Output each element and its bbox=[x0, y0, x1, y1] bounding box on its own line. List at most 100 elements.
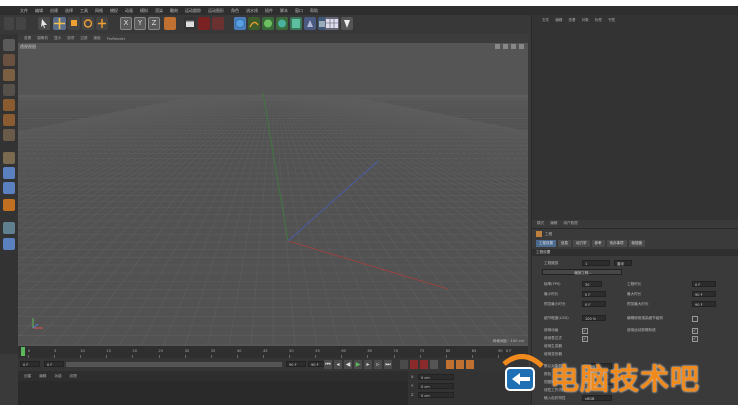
material-menu-2[interactable]: 功能 bbox=[54, 374, 61, 379]
snap-enable-icon[interactable] bbox=[3, 199, 15, 211]
y-axis-lock-icon[interactable]: Y bbox=[134, 17, 146, 30]
undo-icon[interactable] bbox=[4, 17, 14, 30]
attribute-subtab-3[interactable]: 参考 bbox=[591, 240, 605, 247]
object-manager-menu-3[interactable]: 对象 bbox=[582, 18, 589, 23]
x-axis-lock-icon[interactable]: X bbox=[120, 17, 132, 30]
coord-position-field[interactable]: 0 cm bbox=[418, 392, 454, 398]
lock-workplane-icon[interactable] bbox=[3, 238, 15, 250]
cube-icon[interactable] bbox=[234, 17, 246, 30]
points-mode-icon[interactable] bbox=[3, 84, 15, 96]
material-menu-3[interactable]: 纹理 bbox=[70, 374, 77, 379]
viewport-menu-item-3[interactable]: 选项 bbox=[67, 36, 74, 41]
start-frame-field[interactable]: 0 F bbox=[20, 361, 40, 367]
menu-item-12[interactable]: 运动图形 bbox=[208, 8, 224, 14]
current-frame-field[interactable]: 0 F bbox=[44, 361, 64, 367]
viewport-menu-item-4[interactable]: 过滤 bbox=[80, 36, 87, 41]
maximize-icon[interactable] bbox=[519, 44, 524, 49]
menu-item-7[interactable]: 动画 bbox=[125, 8, 133, 14]
keyframe-selection-icon[interactable] bbox=[430, 360, 438, 369]
fps-field[interactable]: 30 bbox=[582, 281, 602, 287]
attribute-subtab-4[interactable]: 待办事项 bbox=[606, 240, 627, 247]
record-key-icon[interactable] bbox=[410, 360, 418, 369]
material-menu-1[interactable]: 编辑 bbox=[39, 374, 46, 379]
scene-grid-icon[interactable] bbox=[325, 17, 339, 30]
render-lod-checkbox[interactable] bbox=[692, 316, 698, 322]
attribute-subtab-0[interactable]: 工程设置 bbox=[536, 240, 556, 247]
use-expression-checkbox[interactable]: ✓ bbox=[582, 336, 588, 342]
attribute-menu-1[interactable]: 编辑 bbox=[550, 221, 557, 226]
preview-range-slider[interactable] bbox=[66, 362, 282, 367]
rotate-tool-icon[interactable] bbox=[82, 17, 94, 30]
edges-mode-icon[interactable] bbox=[3, 99, 15, 111]
viewport-menu-item-0[interactable]: 查看 bbox=[24, 36, 31, 41]
polygons-mode-icon[interactable] bbox=[3, 114, 15, 126]
object-manager-menu-4[interactable]: 标签 bbox=[595, 18, 602, 23]
attribute-subtab-1[interactable]: 信息 bbox=[558, 240, 571, 247]
attribute-menu-2[interactable]: 用户数据 bbox=[563, 221, 577, 226]
tweak-mode-icon[interactable] bbox=[3, 167, 15, 179]
uv-mode-icon[interactable] bbox=[3, 129, 15, 141]
texture-mode-icon[interactable] bbox=[3, 54, 15, 66]
array-cloner-icon[interactable] bbox=[276, 17, 288, 30]
floor-icon[interactable] bbox=[304, 17, 316, 30]
project-time-field[interactable]: 0 F bbox=[692, 281, 716, 287]
coordinate-system-icon[interactable] bbox=[164, 17, 176, 30]
menu-item-15[interactable]: 插件 bbox=[265, 8, 273, 14]
scale-project-button[interactable]: 缩放工程... bbox=[542, 269, 622, 275]
light-icon[interactable] bbox=[341, 17, 353, 30]
viewport-menu-item-2[interactable]: 显示 bbox=[54, 36, 61, 41]
attribute-subtab-5[interactable]: 帧插值 bbox=[628, 240, 645, 247]
enable-axis-icon[interactable] bbox=[3, 152, 15, 164]
timeline-ruler[interactable]: 0 5 10 15 20 25 30 35 40 45 50 55 60 65 70 75 80 85 90 0 F bbox=[18, 346, 528, 358]
play-icon[interactable]: ▶ bbox=[354, 360, 362, 369]
preview-max-field[interactable]: 90 F bbox=[692, 301, 716, 307]
redo-icon[interactable] bbox=[16, 17, 26, 30]
material-manager-area[interactable] bbox=[18, 381, 408, 405]
pan-icon[interactable] bbox=[495, 44, 500, 49]
menu-item-6[interactable]: 捕捉 bbox=[110, 8, 118, 14]
next-key-icon[interactable]: ▹ bbox=[374, 360, 382, 369]
bend-deformer-icon[interactable] bbox=[290, 17, 302, 30]
prev-key-icon[interactable]: ◂ bbox=[334, 360, 342, 369]
checker-texture-icon[interactable] bbox=[3, 69, 15, 81]
max-time-field[interactable]: 90 F bbox=[692, 291, 716, 297]
menu-item-1[interactable]: 编辑 bbox=[35, 8, 43, 14]
playhead[interactable] bbox=[21, 347, 25, 356]
menu-item-3[interactable]: 选择 bbox=[65, 8, 73, 14]
recent-tools-icon[interactable] bbox=[96, 17, 108, 30]
subdivision-surface-icon[interactable] bbox=[262, 17, 274, 30]
zoom-icon[interactable] bbox=[503, 44, 508, 49]
menu-item-5[interactable]: 网格 bbox=[95, 8, 103, 14]
viewport-menu-item-5[interactable]: 面板 bbox=[94, 36, 101, 41]
coord-position-field[interactable]: 0 cm bbox=[418, 383, 454, 389]
menu-item-9[interactable]: 渲染 bbox=[155, 8, 163, 14]
menu-item-14[interactable]: 流水线 bbox=[246, 8, 258, 14]
material-menu-0[interactable]: 创建 bbox=[24, 374, 31, 379]
spline-pen-icon[interactable] bbox=[248, 17, 260, 30]
menu-item-0[interactable]: 文件 bbox=[20, 8, 28, 14]
move-tool-icon[interactable] bbox=[53, 17, 66, 30]
rotation-key-icon[interactable] bbox=[466, 360, 474, 369]
render-picture-viewer-icon[interactable] bbox=[198, 17, 210, 30]
min-time-field[interactable]: 0 F bbox=[582, 291, 606, 297]
prev-frame-icon[interactable]: ◀ bbox=[344, 360, 352, 369]
project-scale-unit-select[interactable]: 厘米 bbox=[614, 260, 632, 266]
object-manager-menu-2[interactable]: 查看 bbox=[568, 18, 575, 23]
scale-key-icon[interactable] bbox=[456, 360, 464, 369]
goto-start-icon[interactable]: ⏮ bbox=[324, 360, 332, 369]
object-manager-menu-0[interactable]: 文件 bbox=[542, 18, 549, 23]
autokey-icon[interactable] bbox=[420, 360, 428, 369]
end-frame-field[interactable]: 90 F bbox=[286, 361, 306, 367]
perspective-viewport[interactable]: 透视视图 网格间距 : 100 cm bbox=[18, 43, 528, 346]
scale-tool-icon[interactable] bbox=[68, 17, 80, 30]
menu-item-16[interactable]: 脚本 bbox=[280, 8, 288, 14]
lod-field[interactable]: 100 % bbox=[582, 315, 606, 321]
menu-item-2[interactable]: 创建 bbox=[50, 8, 58, 14]
position-key-icon[interactable] bbox=[446, 360, 454, 369]
attribute-subtab-2[interactable]: 动力学 bbox=[573, 240, 590, 247]
next-frame-icon[interactable]: ▸ bbox=[364, 360, 372, 369]
object-manager-menu-5[interactable]: 书签 bbox=[608, 18, 615, 23]
menu-item-4[interactable]: 工具 bbox=[80, 8, 88, 14]
attribute-menu-0[interactable]: 模式 bbox=[537, 221, 544, 226]
goto-end-icon[interactable]: ⏭ bbox=[384, 360, 392, 369]
